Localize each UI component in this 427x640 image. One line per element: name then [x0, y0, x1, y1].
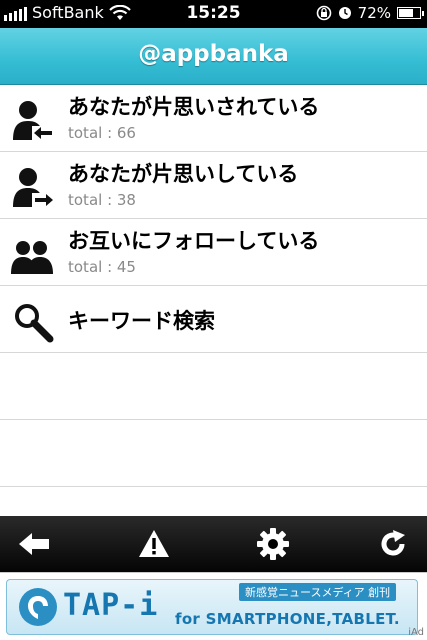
page-title: @appbanka [138, 41, 289, 67]
person-arrow-in-icon [13, 101, 53, 140]
list-item-count: total : 66 [68, 124, 136, 142]
refresh-icon [381, 530, 405, 556]
ad-banner[interactable]: TAP-i 新感覚ニュースメディア 創刊 for SMARTPHONE,TABL… [0, 572, 427, 640]
status-bar: SoftBank 15:25 72% [0, 0, 427, 28]
warning-button[interactable] [134, 524, 174, 564]
gear-icon [257, 528, 290, 560]
menu-list: あなたが片思いされている total : 66 あなたが片思いしている tota… [0, 85, 427, 487]
two-people-icon [11, 241, 53, 274]
person-arrow-out-icon [13, 168, 53, 207]
warning-icon [138, 530, 169, 557]
rotation-lock-icon [316, 5, 331, 21]
ad-content[interactable]: TAP-i 新感覚ニュースメディア 創刊 for SMARTPHONE,TABL… [6, 579, 418, 635]
alarm-icon [338, 7, 351, 19]
empty-row [0, 353, 427, 420]
tapi-logo-icon [19, 588, 57, 626]
settings-button[interactable] [253, 524, 293, 564]
back-arrow-icon [19, 533, 49, 555]
list-item-title: キーワード検索 [68, 309, 215, 333]
refresh-button[interactable] [373, 524, 413, 564]
ad-subtitle: for SMARTPHONE,TABLET. [175, 610, 400, 628]
list-item-count: total : 38 [68, 191, 136, 209]
empty-row [0, 420, 427, 487]
bottom-toolbar [0, 516, 427, 572]
list-item-mutual-follow[interactable]: お互いにフォローしている total : 45 [0, 219, 427, 286]
back-button[interactable] [14, 524, 54, 564]
ad-brand-name: TAP-i [63, 588, 159, 623]
list-item-unrequited-followers[interactable]: あなたが片思いされている total : 66 [0, 85, 427, 152]
list-item-keyword-search[interactable]: キーワード検索 [0, 286, 427, 353]
list-item-title: あなたが片思いしている [68, 162, 299, 186]
iad-label: iAd [408, 627, 424, 638]
list-item-unrequited-following[interactable]: あなたが片思いしている total : 38 [0, 152, 427, 219]
navigation-bar: @appbanka [0, 28, 427, 85]
list-item-title: お互いにフォローしている [68, 229, 320, 253]
list-item-title: あなたが片思いされている [68, 95, 320, 119]
battery-percent: 72% [357, 4, 391, 22]
battery-icon [397, 7, 424, 19]
ad-tagline: 新感覚ニュースメディア 創刊 [239, 583, 397, 601]
magnifier-icon [15, 304, 54, 343]
list-item-count: total : 45 [68, 258, 136, 276]
